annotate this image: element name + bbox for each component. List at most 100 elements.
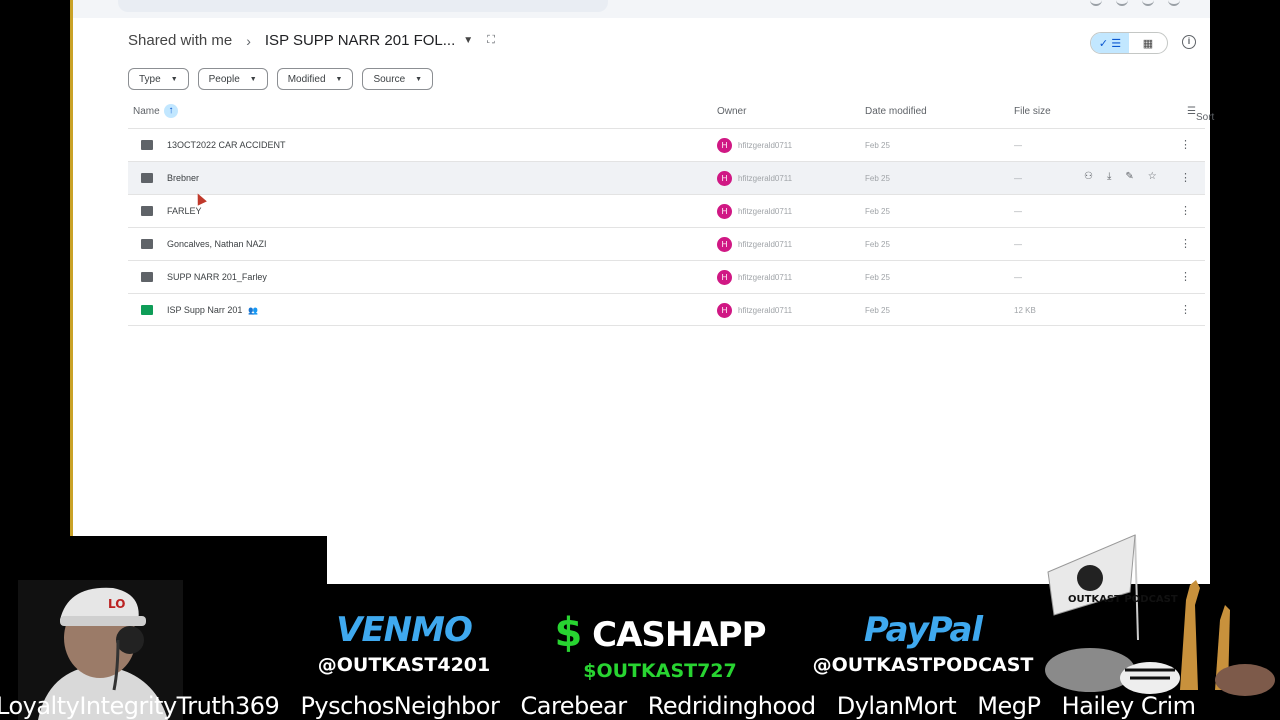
file-size: — xyxy=(1014,240,1022,249)
view-toggle[interactable]: ✓ ☰ ▦ xyxy=(1090,32,1168,54)
ticker-item: PyschosNeighbor xyxy=(300,692,500,720)
date-modified: Feb 25 xyxy=(865,273,890,282)
cashapp-promo: $ CASHAPP $OUTKAST727 xyxy=(540,610,780,682)
svg-text:LO: LO xyxy=(108,597,125,611)
rename-icon[interactable]: ✎ xyxy=(1125,171,1133,182)
file-name[interactable]: Brebner xyxy=(167,173,199,183)
supporter-ticker: LoyaltyIntegrityTruth369 PyschosNeighbor… xyxy=(0,692,1280,720)
grid-view-button[interactable]: ▦ xyxy=(1129,33,1167,53)
sort-ascending-icon[interactable]: ↑ xyxy=(164,104,178,118)
file-row[interactable]: ISP Supp Narr 201 👥 H hfitzgerald0711 Feb… xyxy=(128,293,1205,326)
cashapp-title: $ CASHAPP xyxy=(540,610,780,656)
dropdown-icon: ▼ xyxy=(249,75,257,83)
ticker-item: Carebear xyxy=(520,692,627,720)
sort-button[interactable]: ☰ Sort xyxy=(1187,106,1214,123)
filter-modified[interactable]: Modified ▼ xyxy=(276,68,354,90)
file-row[interactable]: 13OCT2022 CAR ACCIDENT H hfitzgerald0711… xyxy=(128,128,1205,161)
ticker-item: LoyaltyIntegrityTruth369 xyxy=(0,692,280,720)
dropdown-icon: ▼ xyxy=(335,75,343,83)
filter-people[interactable]: People ▼ xyxy=(197,68,268,90)
breadcrumb-current-folder[interactable]: ISP SUPP NARR 201 FOL... xyxy=(265,32,455,49)
venmo-promo: VENMO @OUTKAST4201 xyxy=(314,610,494,676)
paypal-promo: PayPal @OUTKASTPODCAST xyxy=(812,610,1034,676)
file-row[interactable]: FARLEY H hfitzgerald0711 Feb 25 — ⋮ xyxy=(128,194,1205,227)
file-row[interactable]: Brebner H hfitzgerald0711 Feb 25 — ⚇ ⤓ ✎… xyxy=(128,161,1205,194)
settings-icon[interactable] xyxy=(1116,0,1128,6)
date-modified: Feb 25 xyxy=(865,174,890,183)
ticker-item: Redridinghood xyxy=(647,692,816,720)
file-name[interactable]: ISP Supp Narr 201 xyxy=(167,305,242,315)
ticker-item: Hailey Crim xyxy=(1061,692,1196,720)
shared-folder-icon xyxy=(141,206,153,216)
date-modified: Feb 25 xyxy=(865,207,890,216)
logo-text: OUTKAST PODCAST xyxy=(1068,594,1178,605)
more-actions-icon[interactable]: ⋮ xyxy=(1180,204,1191,217)
chevron-right-icon: › xyxy=(246,32,251,49)
list-view-button[interactable]: ✓ ☰ xyxy=(1091,33,1129,53)
column-date-modified[interactable]: Date modified xyxy=(865,106,927,117)
more-actions-icon[interactable]: ⋮ xyxy=(1180,270,1191,283)
owner-name: hfitzgerald0711 xyxy=(738,174,793,183)
cashapp-label: CASHAPP xyxy=(592,615,766,655)
owner-avatar: H xyxy=(717,303,732,318)
column-name[interactable]: Name xyxy=(133,106,160,117)
filter-type-label: Type xyxy=(139,73,161,85)
owner-name: hfitzgerald0711 xyxy=(738,306,793,315)
file-name[interactable]: FARLEY xyxy=(167,206,202,216)
dropdown-icon: ▼ xyxy=(170,75,178,83)
drive-search-input[interactable] xyxy=(118,0,608,12)
venmo-handle: @OUTKAST4201 xyxy=(317,654,491,676)
more-actions-icon[interactable]: ⋮ xyxy=(1180,237,1191,250)
shared-people-icon: 👥 xyxy=(248,306,259,315)
file-size: — xyxy=(1014,273,1022,282)
paypal-handle: @OUTKASTPODCAST xyxy=(812,654,1034,676)
chevron-down-icon[interactable]: ▼ xyxy=(463,35,473,46)
file-name[interactable]: SUPP NARR 201_Farley xyxy=(167,272,267,282)
column-file-size[interactable]: File size xyxy=(1014,106,1051,117)
download-icon[interactable]: ⤓ xyxy=(1107,171,1111,182)
stream-frame: Shared with me › ISP SUPP NARR 201 FOL..… xyxy=(0,0,1280,720)
star-icon[interactable]: ☆ xyxy=(1148,171,1157,182)
share-icon[interactable]: ⚇ xyxy=(1084,171,1093,182)
dollar-sign-icon: $ xyxy=(554,610,582,656)
date-modified: Feb 25 xyxy=(865,240,890,249)
cashapp-handle: $OUTKAST727 xyxy=(583,660,737,682)
file-name[interactable]: 13OCT2022 CAR ACCIDENT xyxy=(167,140,286,150)
file-size: 12 KB xyxy=(1014,306,1036,315)
date-modified: Feb 25 xyxy=(865,306,890,315)
file-size: — xyxy=(1014,174,1022,183)
filter-type[interactable]: Type ▼ xyxy=(128,68,189,90)
owner-avatar: H xyxy=(717,237,732,252)
owner-avatar: H xyxy=(717,270,732,285)
more-actions-icon[interactable]: ⋮ xyxy=(1180,303,1191,316)
help-icon[interactable] xyxy=(1090,0,1102,6)
info-icon[interactable]: i xyxy=(1182,35,1196,49)
browser-top-strip xyxy=(73,0,1210,18)
more-actions-icon[interactable]: ⋮ xyxy=(1180,138,1191,151)
file-name-wrap: ISP Supp Narr 201 👥 xyxy=(167,305,258,315)
file-size: — xyxy=(1014,207,1022,216)
breadcrumb-shared-with-me[interactable]: Shared with me xyxy=(128,32,232,49)
filter-source[interactable]: Source ▼ xyxy=(362,68,434,90)
owner-avatar: H xyxy=(717,171,732,186)
file-row[interactable]: SUPP NARR 201_Farley H hfitzgerald0711 F… xyxy=(128,260,1205,293)
ticker-item: DylanMort xyxy=(836,692,957,720)
apps-icon[interactable] xyxy=(1168,0,1180,6)
file-name[interactable]: Goncalves, Nathan NAZI xyxy=(167,239,267,249)
gear-icon[interactable] xyxy=(1142,0,1154,6)
owner-name: hfitzgerald0711 xyxy=(738,240,793,249)
owner-name: hfitzgerald0711 xyxy=(738,207,793,216)
shared-folder-icon xyxy=(141,173,153,183)
column-header: Name ↑ Owner Date modified File size ☰ S… xyxy=(128,100,1214,124)
file-row[interactable]: Goncalves, Nathan NAZI H hfitzgerald0711… xyxy=(128,227,1205,260)
ticker-item: MegP xyxy=(977,692,1041,720)
filter-chips: Type ▼ People ▼ Modified ▼ Source ▼ xyxy=(128,68,434,90)
more-actions-icon[interactable]: ⋮ xyxy=(1180,171,1191,184)
filter-source-label: Source xyxy=(373,73,406,85)
row-quick-actions: ⚇ ⤓ ✎ ☆ xyxy=(1084,171,1157,182)
shared-folder-icon: ⛶ xyxy=(487,34,495,46)
owner-name: hfitzgerald0711 xyxy=(738,273,793,282)
header-icons xyxy=(1090,0,1180,6)
filter-modified-label: Modified xyxy=(287,73,326,85)
paypal-label: PayPal xyxy=(863,610,983,650)
